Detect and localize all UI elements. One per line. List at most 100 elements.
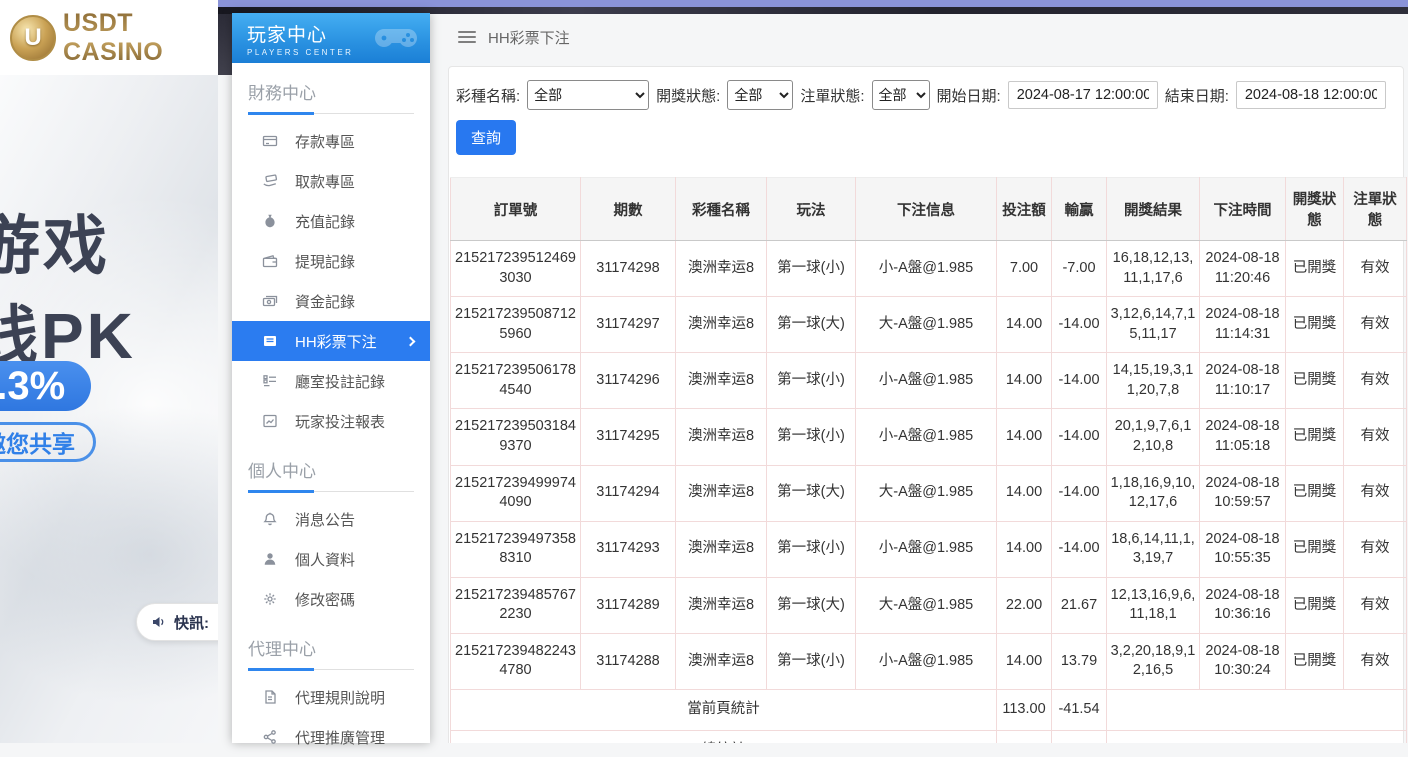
lottery-name-label: 彩種名稱: [456, 85, 520, 106]
table-cell: 2024-08-18 11:20:46 [1200, 241, 1286, 297]
column-header: 下注時間 [1200, 178, 1286, 241]
sidebar-item-label: 充值記錄 [295, 211, 355, 232]
logo-bar: U USDT CASINO [0, 0, 218, 75]
table-cell: 大-A盤@1.985 [856, 577, 997, 633]
column-header: 下注信息 [856, 178, 997, 241]
table-cell: 有效 [1344, 241, 1407, 297]
search-button[interactable]: 查詢 [456, 120, 516, 155]
hamburger-menu-icon[interactable] [458, 31, 476, 43]
table-cell: 3,2,20,18,9,12,16,5 [1107, 633, 1200, 689]
table-cell: -14.00 [1052, 409, 1107, 465]
table-cell: 2024-08-18 10:36:16 [1200, 577, 1286, 633]
table-cell: 2152172394973588310 [451, 521, 581, 577]
news-label: 快訊: [174, 612, 209, 633]
summary-winloss: -41.54 [1052, 730, 1107, 743]
table-cell: 第一球(小) [767, 353, 856, 409]
lottery-name-select[interactable]: 全部 [527, 80, 649, 110]
summary-winloss: -41.54 [1052, 690, 1107, 731]
table-cell: 2152172394822434780 [451, 633, 581, 689]
summary-label: 總統計 [451, 730, 997, 743]
table-cell: 澳洲幸运8 [676, 241, 767, 297]
table-cell: 2024-08-18 11:10:17 [1200, 353, 1286, 409]
table-cell: 已開獎 [1286, 241, 1344, 297]
news-ticker-pill: 快訊: [136, 603, 218, 641]
table-cell: 澳洲幸运8 [676, 465, 767, 521]
table-row: 215217239482243478031174288澳洲幸运8第一球(小)小-… [451, 633, 1407, 689]
table-row: 215217239499974409031174294澳洲幸运8第一球(大)大-… [451, 465, 1407, 521]
table-row: 215217239485767223031174289澳洲幸运8第一球(大)大-… [451, 577, 1407, 633]
sidebar-item-代理推廣管理[interactable]: 代理推廣管理 [232, 717, 430, 757]
column-header: 期數 [581, 178, 676, 241]
table-cell: 第一球(大) [767, 297, 856, 353]
order-status-select[interactable]: 全部 [872, 80, 930, 110]
sidebar-item-提現記錄[interactable]: 提現記錄 [232, 241, 430, 281]
sidebar-item-label: 消息公告 [295, 509, 355, 530]
table-cell: 2024-08-18 11:14:31 [1200, 297, 1286, 353]
table-cell: -7.00 [1052, 241, 1107, 297]
content-card: 彩種名稱: 全部 開獎狀態: 全部 注單狀態: 全部 開始日期: 結束日期: 查… [448, 66, 1404, 743]
table-cell: 31174297 [581, 297, 676, 353]
table-cell: 31174288 [581, 633, 676, 689]
column-header: 彩種名稱 [676, 178, 767, 241]
table-cell: 有效 [1344, 297, 1407, 353]
table-cell: 21.67 [1052, 577, 1107, 633]
sidebar-item-充值記錄[interactable]: 充值記錄 [232, 201, 430, 241]
table-cell: 31174293 [581, 521, 676, 577]
start-date-input[interactable] [1008, 81, 1158, 109]
table-cell: 14.00 [997, 521, 1052, 577]
order-status-label: 注單狀態: [800, 85, 864, 106]
chevron-right-icon [406, 336, 416, 346]
top-purple-strip [218, 0, 1408, 7]
table-row: 215217239508712596031174297澳洲幸运8第一球(大)大-… [451, 297, 1407, 353]
sidebar-section-title: 個人中心 [232, 441, 430, 482]
table-cell: 7.00 [997, 241, 1052, 297]
sidebar-item-存款專區[interactable]: 存款專區 [232, 121, 430, 161]
table-cell: 大-A盤@1.985 [856, 465, 997, 521]
table-row: 215217239506178454031174296澳洲幸运8第一球(小)小-… [451, 353, 1407, 409]
table-cell: 2024-08-18 11:05:18 [1200, 409, 1286, 465]
sidebar-item-個人資料[interactable]: 個人資料 [232, 539, 430, 579]
sidebar-item-代理規則說明[interactable]: 代理規則說明 [232, 677, 430, 717]
end-date-label: 結束日期: [1165, 85, 1229, 106]
gear-icon [262, 591, 278, 607]
table-cell: 小-A盤@1.985 [856, 409, 997, 465]
table-cell: 3,12,6,14,7,15,11,17 [1107, 297, 1200, 353]
table-cell: 已開獎 [1286, 633, 1344, 689]
section-divider [248, 490, 414, 493]
sidebar-item-HH彩票下注[interactable]: HH彩票下注 [232, 321, 430, 361]
column-header: 訂單號 [451, 178, 581, 241]
table-cell: 22.00 [997, 577, 1052, 633]
sidebar-item-消息公告[interactable]: 消息公告 [232, 499, 430, 539]
table-cell: 已開獎 [1286, 521, 1344, 577]
table-cell: 31174298 [581, 241, 676, 297]
promo-invite-badge: 邀您共享 [0, 422, 96, 462]
sidebar-item-label: 廳室投註記錄 [295, 371, 385, 392]
end-date-input[interactable] [1236, 81, 1386, 109]
summary-row: 總統計113.00-41.54 [451, 730, 1407, 743]
sidebar-item-取款專區[interactable]: 取款專區 [232, 161, 430, 201]
draw-status-select[interactable]: 全部 [727, 80, 793, 110]
hand-money-icon [262, 173, 278, 189]
main-area: HH彩票下注 彩種名稱: 全部 開獎狀態: 全部 注單狀態: 全部 開始日期: … [430, 14, 1408, 743]
table-cell: 澳洲幸运8 [676, 353, 767, 409]
table-cell: 2024-08-18 10:55:35 [1200, 521, 1286, 577]
summary-label: 當前頁統計 [451, 690, 997, 731]
table-cell: 2152172394857672230 [451, 577, 581, 633]
column-header: 玩法 [767, 178, 856, 241]
table-cell: 1,18,16,9,10,12,17,6 [1107, 465, 1200, 521]
promo-rate-badge: 1.3% [0, 361, 91, 411]
table-cell: 小-A盤@1.985 [856, 521, 997, 577]
sidebar-item-資金記錄[interactable]: 資金記錄 [232, 281, 430, 321]
hall-list-icon [262, 373, 278, 389]
table-cell: 有效 [1344, 465, 1407, 521]
table-cell: 大-A盤@1.985 [856, 297, 997, 353]
table-cell: 澳洲幸运8 [676, 297, 767, 353]
table-row: 215217239497358831031174293澳洲幸运8第一球(小)小-… [451, 521, 1407, 577]
sidebar-item-廳室投註記錄[interactable]: 廳室投註記錄 [232, 361, 430, 401]
sidebar-item-玩家投注報表[interactable]: 玩家投注報表 [232, 401, 430, 441]
sidebar-item-修改密碼[interactable]: 修改密碼 [232, 579, 430, 619]
table-cell: 已開獎 [1286, 409, 1344, 465]
table-cell: 小-A盤@1.985 [856, 633, 997, 689]
table-cell: 2152172395087125960 [451, 297, 581, 353]
table-cell: 有效 [1344, 353, 1407, 409]
